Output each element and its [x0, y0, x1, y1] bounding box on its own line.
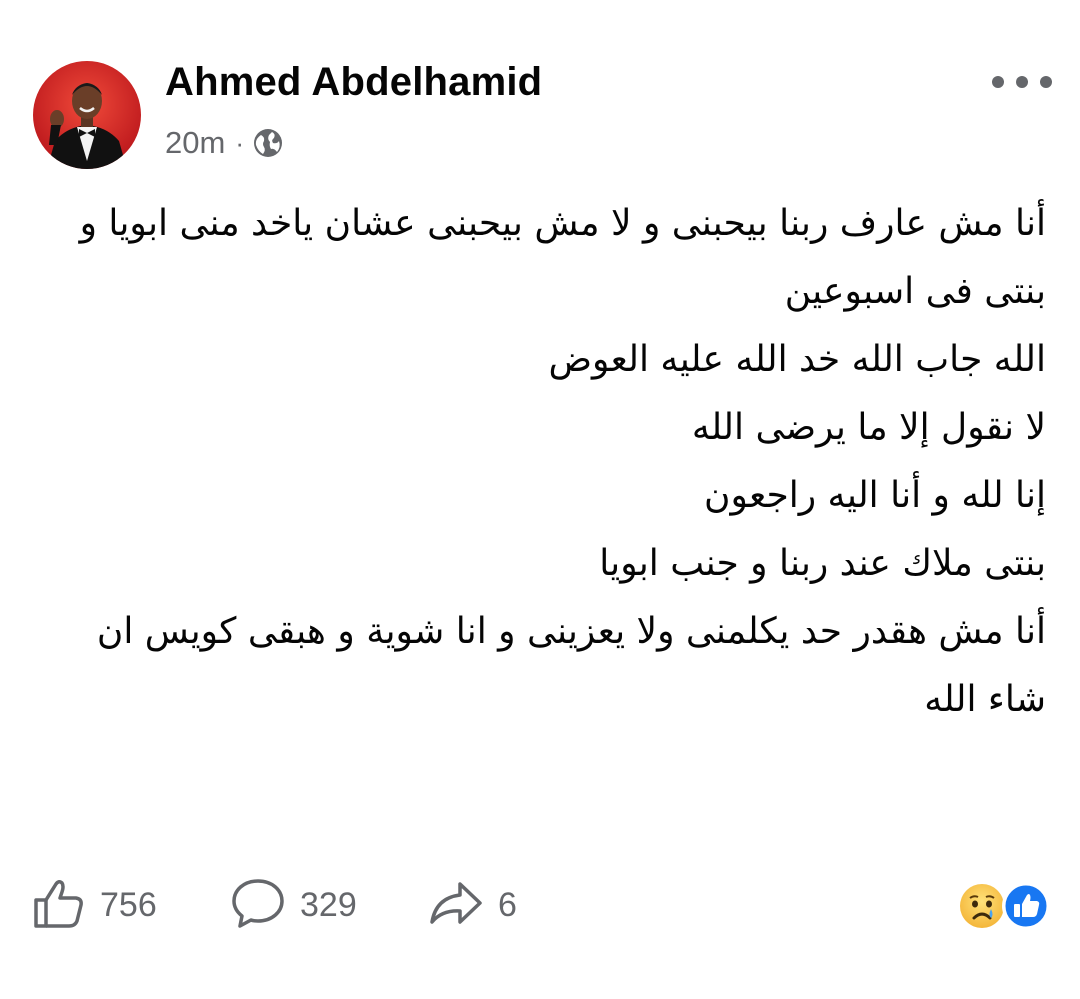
author-name[interactable]: Ahmed Abdelhamid [165, 60, 542, 105]
more-options-button[interactable] [992, 62, 1052, 102]
post-text-line: إنا لله و أنا اليه راجعون [704, 475, 1046, 516]
thumbs-up-icon [32, 876, 86, 935]
more-horizontal-icon [992, 76, 1052, 88]
post-text-line: الله جاب الله خد الله عليه العوض [548, 339, 1046, 380]
post-text-line: أنا مش هقدر حد يكلمنى ولا يعزينى و انا ش… [96, 611, 1046, 720]
like-count: 756 [100, 885, 157, 924]
post-header: Ahmed Abdelhamid 20m · [0, 0, 1080, 180]
post-timestamp[interactable]: 20m [165, 125, 225, 161]
avatar[interactable] [33, 61, 141, 169]
comment-bubble-icon [230, 876, 286, 935]
share-button[interactable]: 6 [428, 870, 517, 940]
post-text-line: أنا مش عارف ربنا بيحبنى و لا مش بيحبنى ع… [79, 203, 1046, 312]
comment-button[interactable]: 329 [230, 870, 357, 940]
share-count: 6 [498, 885, 517, 924]
post-meta: 20m · [165, 123, 284, 163]
post-text-line: لا نقول إلا ما يرضى الله [691, 407, 1046, 448]
meta-separator: · [235, 127, 244, 158]
post-text-line: بنتى ملاك عند ربنا و جنب ابويا [599, 543, 1046, 584]
sad-face-reaction-icon [958, 882, 1006, 930]
share-arrow-icon [428, 876, 484, 935]
like-button[interactable]: 756 [32, 870, 157, 940]
globe-icon[interactable] [252, 127, 284, 159]
reaction-summary[interactable] [958, 882, 1050, 930]
post-footer: 756 329 6 [0, 870, 1080, 940]
post-text: أنا مش عارف ربنا بيحبنى و لا مش بيحبنى ع… [36, 190, 1046, 734]
comment-count: 329 [300, 885, 357, 924]
like-reaction-icon [1002, 882, 1050, 930]
